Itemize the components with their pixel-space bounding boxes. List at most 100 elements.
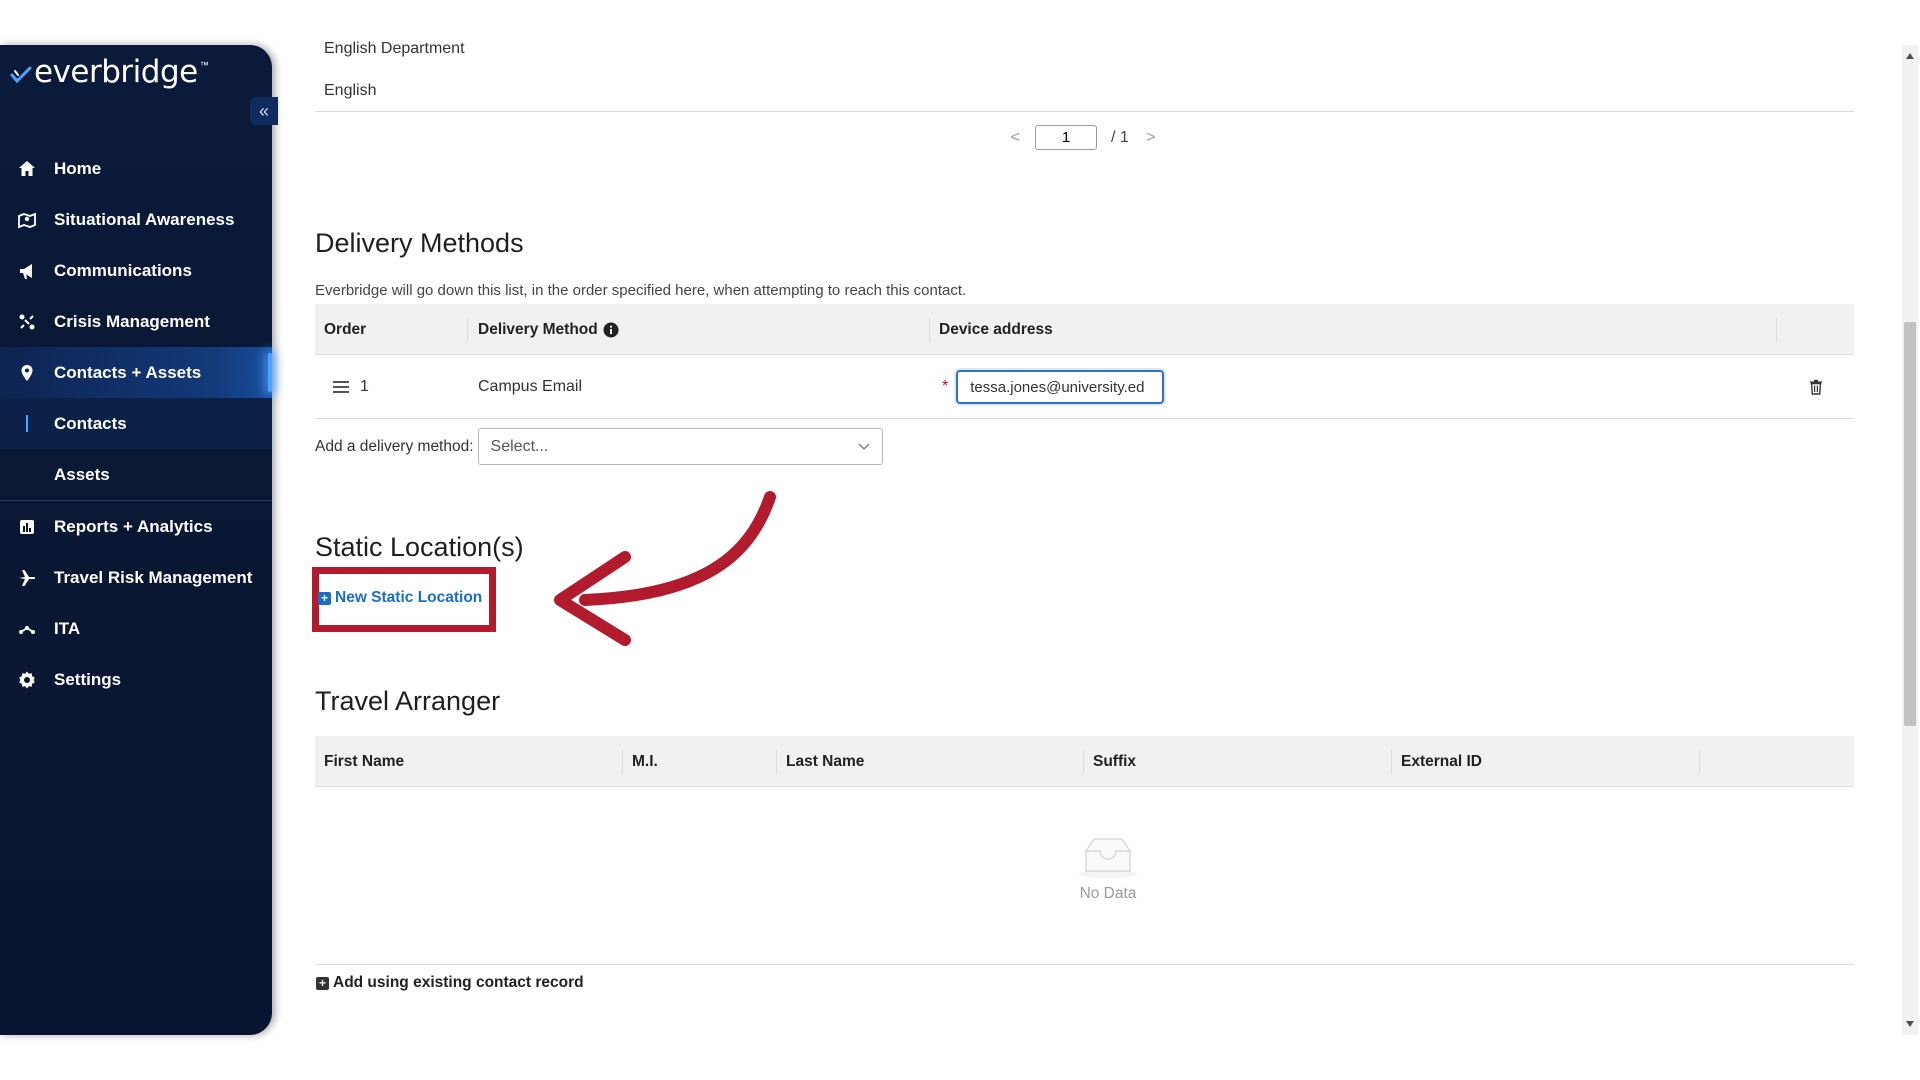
add-delivery-method: Add a delivery method: Select... xyxy=(315,428,883,465)
trash-icon[interactable] xyxy=(1808,379,1824,395)
new-static-location-label: New Static Location xyxy=(335,589,483,606)
column-header-external-id: External ID xyxy=(1401,752,1482,770)
column-separator xyxy=(1391,750,1392,774)
column-header-first-name: First Name xyxy=(324,752,405,770)
sidebar-item-label: Settings xyxy=(54,669,122,689)
sidebar-item-reports-analytics[interactable]: Reports + Analytics xyxy=(0,501,272,552)
column-separator xyxy=(929,318,930,342)
column-header-label: Delivery Method xyxy=(478,320,598,338)
annotation-arrow-icon xyxy=(554,491,776,646)
new-static-location-button[interactable]: + New Static Location xyxy=(318,589,482,607)
record-row-department: English Department xyxy=(324,40,465,57)
sidebar-item-label: Crisis Management xyxy=(54,311,210,331)
sidebar-subitem-contacts[interactable]: Contacts xyxy=(0,398,272,449)
column-header-order: Order xyxy=(324,320,367,338)
prev-page-button[interactable]: < xyxy=(1005,129,1025,147)
page-total: / 1 xyxy=(1111,128,1129,146)
sidebar-nav: Home Situational Awareness Communication… xyxy=(0,143,272,705)
location-pin-icon xyxy=(21,364,33,381)
column-separator xyxy=(467,318,468,342)
column-separator xyxy=(776,750,777,774)
device-address-cell: * xyxy=(942,355,1165,419)
travel-arranger-table-header: First Name M.I. Last Name Suffix Externa… xyxy=(315,736,1854,787)
sidebar-item-contacts-assets[interactable]: Contacts + Assets xyxy=(0,347,272,398)
megaphone-icon xyxy=(20,263,32,279)
sidebar-item-settings[interactable]: Settings xyxy=(0,654,272,705)
logo-check-icon xyxy=(10,66,32,84)
device-address-input[interactable] xyxy=(956,370,1165,404)
required-asterisk: * xyxy=(942,378,949,395)
plus-icon: + xyxy=(316,976,329,990)
add-existing-contact-button[interactable]: + Add using existing contact record xyxy=(316,974,584,992)
column-separator xyxy=(1776,318,1777,342)
delivery-method-cell: Campus Email xyxy=(478,378,583,395)
airplane-icon xyxy=(19,569,36,586)
logo-text: everbridge xyxy=(34,54,198,90)
everbridge-logo[interactable]: everbridge ™ xyxy=(10,57,209,88)
sidebar-item-situational-awareness[interactable]: Situational Awareness xyxy=(0,194,272,245)
gear-icon xyxy=(19,671,35,688)
travel-arranger-title: Travel Arranger xyxy=(315,686,501,716)
next-page-button[interactable]: > xyxy=(1141,129,1161,147)
sidebar-item-crisis-management[interactable]: Crisis Management xyxy=(0,296,272,347)
add-existing-contact-label: Add using existing contact record xyxy=(333,974,584,991)
static-locations-title: Static Location(s) xyxy=(315,532,524,562)
sidebar-item-home[interactable]: Home xyxy=(0,143,272,194)
page-number-input[interactable] xyxy=(1035,125,1097,150)
column-header-delivery-method: Delivery Method xyxy=(478,304,619,355)
info-icon[interactable] xyxy=(603,322,619,338)
empty-state: No Data xyxy=(1048,835,1168,903)
divider xyxy=(315,964,1854,965)
delivery-method-row: 1 Campus Email * xyxy=(315,355,1854,419)
delivery-methods-table-header: Order Delivery Method Device address xyxy=(315,304,1854,355)
sidebar-item-label: Reports + Analytics xyxy=(54,516,213,536)
sidebar-item-label: Assets xyxy=(54,464,110,484)
scroll-up-arrow-icon[interactable] xyxy=(1906,53,1914,59)
sidebar-item-label: Situational Awareness xyxy=(54,209,235,229)
add-delivery-method-label: Add a delivery method: xyxy=(315,437,474,455)
home-icon xyxy=(19,160,35,176)
scroll-down-arrow-icon[interactable] xyxy=(1906,1021,1914,1027)
sidebar-item-travel-risk-management[interactable]: Travel Risk Management xyxy=(0,552,272,603)
delivery-methods-description: Everbridge will go down this list, in th… xyxy=(315,282,967,299)
sidebar-item-label: Travel Risk Management xyxy=(54,567,253,587)
column-separator xyxy=(622,750,623,774)
plus-icon: + xyxy=(318,591,331,605)
delivery-methods-title: Delivery Methods xyxy=(315,228,524,258)
divider xyxy=(315,111,1854,112)
column-header-suffix: Suffix xyxy=(1093,752,1137,770)
empty-inbox-icon xyxy=(1078,838,1138,878)
sidebar-item-label: Communications xyxy=(54,260,192,280)
crisis-icon xyxy=(19,314,35,329)
sidebar-item-label: Home xyxy=(54,158,102,178)
scrollbar-thumb[interactable] xyxy=(1904,322,1916,726)
order-number: 1 xyxy=(360,378,369,395)
delivery-method-select[interactable]: Select... xyxy=(477,428,883,465)
sidebar-item-ita[interactable]: ITA xyxy=(0,603,272,654)
sidebar-item-label: ITA xyxy=(54,618,81,638)
map-icon xyxy=(18,212,36,228)
collapse-sidebar-button[interactable]: « xyxy=(250,97,278,125)
column-header-last-name: Last Name xyxy=(786,752,865,770)
delete-cell xyxy=(1808,355,1824,419)
no-data-text: No Data xyxy=(1079,885,1137,902)
main-content: English Department English < / 1 > Deliv… xyxy=(312,0,1855,1035)
ita-icon xyxy=(19,625,35,634)
sidebar-item-communications[interactable]: Communications xyxy=(0,245,272,296)
column-separator xyxy=(1699,750,1700,774)
logo-trademark: ™ xyxy=(199,60,209,70)
bar-chart-icon xyxy=(20,519,34,534)
select-placeholder: Select... xyxy=(490,437,549,455)
column-separator xyxy=(1083,750,1084,774)
double-chevron-left-icon: « xyxy=(258,100,269,121)
column-header-device-address: Device address xyxy=(939,320,1053,338)
sidebar-item-label: Contacts + Assets xyxy=(54,362,202,382)
chevron-down-icon xyxy=(858,443,870,450)
order-cell: 1 xyxy=(333,355,369,419)
drag-handle-icon[interactable] xyxy=(333,381,349,393)
vertical-scrollbar[interactable] xyxy=(1902,45,1918,1035)
sidebar: everbridge ™ « Home Situational Awarenes… xyxy=(0,45,278,1035)
sidebar-subitem-assets[interactable]: Assets xyxy=(0,449,272,500)
column-header-mi: M.I. xyxy=(632,752,658,770)
sidebar-item-label: Contacts xyxy=(54,413,127,433)
